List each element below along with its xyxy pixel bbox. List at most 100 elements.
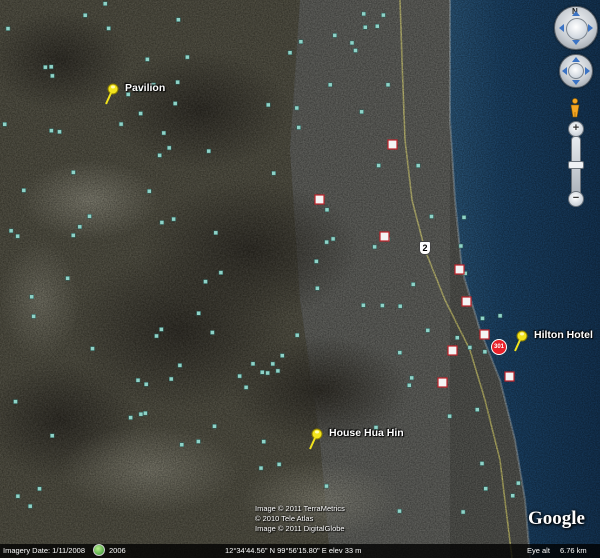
poi-marker-icon[interactable] [260,370,265,375]
move-right-arrow-icon[interactable] [585,67,590,75]
poi-marker-icon[interactable] [185,54,190,60]
poi-marker-icon[interactable] [479,461,485,466]
poi-marker-icon[interactable] [332,33,338,38]
poi-marker-icon[interactable] [415,163,421,168]
zoom-slider-thumb[interactable] [568,161,584,169]
poi-marker-icon[interactable] [372,244,377,250]
poi-marker-icon[interactable] [458,243,464,249]
poi-marker-icon[interactable] [135,378,141,383]
poi-marker-icon[interactable] [425,328,431,333]
poi-marker-icon[interactable] [90,346,95,351]
poi-marker-icon[interactable] [375,23,380,29]
poi-marker-icon[interactable] [467,345,473,350]
poi-marker-icon[interactable] [380,303,385,308]
poi-marker-icon[interactable] [270,361,276,367]
poi-marker-icon[interactable] [397,508,402,514]
poi-marker-icon[interactable] [407,383,412,388]
poi-marker-icon[interactable] [13,399,18,404]
poi-marker-icon[interactable] [265,370,270,376]
poi-marker-icon[interactable] [287,50,293,55]
poi-marker-icon[interactable] [8,228,14,234]
poi-marker-icon[interactable] [77,224,83,230]
poi-marker-icon[interactable] [206,148,211,154]
lodging-icon[interactable] [504,371,515,382]
poi-marker-icon[interactable] [497,313,503,319]
poi-marker-icon[interactable] [429,214,434,219]
poi-marker-icon[interactable] [516,480,521,486]
placemark-pavilion[interactable]: Pavilion [101,82,165,106]
poi-marker-icon[interactable] [168,376,174,382]
look-down-arrow-icon[interactable] [572,40,580,45]
poi-marker-icon[interactable] [250,361,256,367]
poi-marker-icon[interactable] [176,17,181,22]
move-control[interactable] [559,54,593,88]
look-right-arrow-icon[interactable] [588,24,593,32]
poi-marker-icon[interactable] [15,493,21,499]
poi-marker-icon[interactable] [475,407,480,412]
lodging-icon[interactable] [437,377,448,388]
poi-marker-icon[interactable] [296,125,301,130]
poi-marker-icon[interactable] [179,442,185,447]
poi-marker-icon[interactable] [482,349,488,355]
poi-marker-icon[interactable] [330,236,336,242]
poi-marker-icon[interactable] [5,26,11,31]
lodging-icon[interactable] [379,231,390,242]
street-view-pegman-icon[interactable] [569,98,581,118]
poi-marker-icon[interactable] [324,239,329,245]
poi-marker-icon[interactable] [27,503,33,509]
poi-marker-icon[interactable] [314,259,319,264]
poi-marker-icon[interactable] [49,128,54,133]
poi-marker-icon[interactable] [57,129,62,135]
poi-marker-icon[interactable] [363,25,368,30]
poi-marker-icon[interactable] [409,375,414,381]
poi-marker-icon[interactable] [376,163,381,168]
poi-marker-icon[interactable] [196,311,201,316]
poi-marker-icon[interactable] [243,385,249,390]
poi-marker-icon[interactable] [175,79,180,85]
poi-marker-icon[interactable] [29,294,34,300]
poi-marker-icon[interactable] [210,330,215,335]
lodging-icon[interactable] [454,264,465,275]
poi-marker-icon[interactable] [483,486,488,491]
poi-marker-icon[interactable] [71,233,76,238]
poi-marker-icon[interactable] [203,279,208,284]
look-joystick[interactable] [566,18,588,40]
poi-marker-icon[interactable] [213,230,219,236]
poi-marker-icon[interactable] [49,433,55,438]
lodging-icon[interactable] [479,329,490,340]
poi-marker-icon[interactable] [271,170,276,176]
poi-marker-icon[interactable] [455,335,460,340]
poi-marker-icon[interactable] [48,64,54,70]
poi-marker-icon[interactable] [266,102,271,108]
poi-marker-icon[interactable] [143,410,148,416]
lodging-icon[interactable] [314,194,325,205]
placemark-hilton-hotel[interactable]: Hilton Hotel [510,329,593,353]
poi-marker-icon[interactable] [166,145,172,151]
move-down-arrow-icon[interactable] [572,80,580,85]
poi-marker-icon[interactable] [461,215,467,220]
look-control[interactable]: N [554,6,598,50]
lodging-icon[interactable] [387,139,398,150]
poi-marker-icon[interactable] [397,350,403,355]
poi-marker-icon[interactable] [327,82,333,88]
poi-marker-icon[interactable] [258,465,264,471]
poi-marker-icon[interactable] [212,424,217,429]
poi-marker-icon[interactable] [65,276,70,281]
poi-marker-icon[interactable] [71,170,76,175]
poi-marker-icon[interactable] [324,483,329,489]
poi-marker-icon[interactable] [460,509,466,515]
poi-marker-icon[interactable] [237,373,242,379]
poi-marker-icon[interactable] [177,363,183,368]
poi-marker-icon[interactable] [410,282,416,287]
lodging-icon[interactable] [461,296,472,307]
poi-marker-icon[interactable] [21,188,27,193]
poi-marker-icon[interactable] [172,101,178,106]
poi-marker-icon[interactable] [31,314,36,319]
poi-marker-icon[interactable] [138,411,144,417]
poi-marker-icon[interactable] [128,415,133,420]
poi-marker-icon[interactable] [275,368,281,374]
poi-marker-icon[interactable] [106,26,111,31]
poi-marker-icon[interactable] [447,413,452,419]
poi-marker-icon[interactable] [154,333,159,339]
poi-marker-icon[interactable] [145,57,150,62]
